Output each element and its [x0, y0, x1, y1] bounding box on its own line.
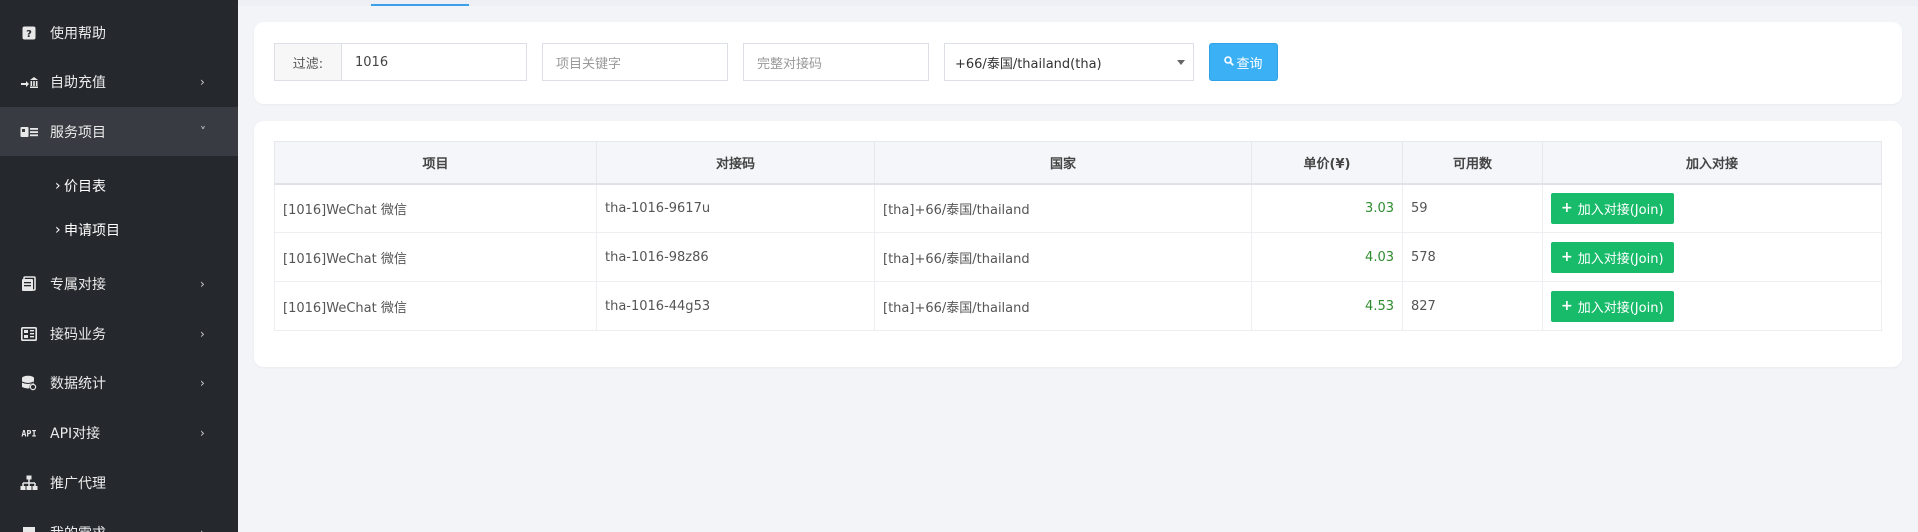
- chevron-right-icon: ›: [200, 425, 205, 440]
- grid-icon: [20, 325, 38, 343]
- join-button-label: 加入对接(Join): [1577, 300, 1664, 316]
- column-header-join[interactable]: 加入对接: [1542, 141, 1882, 185]
- table-header-row: 项目 对接码 国家 单价(¥) 可用数 加入对接: [274, 141, 1882, 185]
- sidebar-item-promotion[interactable]: 推广代理: [0, 458, 238, 507]
- plus-icon: +: [1561, 298, 1573, 314]
- country-select-value: +66/泰国/thailand(tha): [955, 56, 1102, 72]
- cell-price: 4.53: [1251, 281, 1403, 331]
- join-button[interactable]: + 加入对接(Join): [1551, 192, 1674, 224]
- code-input[interactable]: 完整对接码: [743, 43, 929, 81]
- top-tab-strip: [238, 0, 1918, 6]
- column-header-price[interactable]: 单价(¥): [1251, 141, 1403, 185]
- api-icon: API: [20, 424, 38, 442]
- price-table: 项目 对接码 国家 单价(¥) 可用数 加入对接 [1016]WeChat 微信…: [274, 141, 1882, 331]
- svg-text:API: API: [21, 429, 36, 438]
- cell-project: [1016]WeChat 微信: [274, 232, 597, 282]
- keyword-input[interactable]: 项目关键字: [542, 43, 728, 81]
- flag-icon: [20, 524, 38, 532]
- filter-input[interactable]: 1016: [341, 43, 527, 81]
- sidebar-item-services[interactable]: 服务项目 ˅: [0, 107, 238, 156]
- cell-join: + 加入对接(Join): [1542, 183, 1882, 233]
- cell-join: + 加入对接(Join): [1542, 232, 1882, 282]
- plus-icon: +: [1561, 200, 1573, 217]
- query-button[interactable]: 查询: [1209, 43, 1278, 81]
- sidebar-item-label: 推广代理: [50, 475, 106, 492]
- sidebar: ? 使用帮助 自助充值 › 服务项目 ˅ › 价目表 › 申请项目 专属对接 ›: [0, 0, 238, 532]
- cell-price: 4.03: [1251, 232, 1403, 282]
- cell-code: tha-1016-44g53: [596, 281, 875, 331]
- sidebar-item-exclusive[interactable]: 专属对接 ›: [0, 259, 238, 308]
- sidebar-item-label: 自助充值: [50, 74, 106, 91]
- table-row: [1016]WeChat 微信 tha-1016-9617u [tha]+66/…: [274, 183, 1882, 233]
- sidebar-item-sms-business[interactable]: 接码业务 ›: [0, 309, 238, 358]
- chevron-right-icon: ›: [200, 326, 205, 341]
- query-button-label: 查询: [1236, 56, 1263, 72]
- sitemap-icon: [20, 474, 38, 492]
- price-table-panel: 项目 对接码 国家 单价(¥) 可用数 加入对接 [1016]WeChat 微信…: [254, 121, 1902, 367]
- join-button[interactable]: + 加入对接(Join): [1551, 241, 1674, 273]
- column-header-available[interactable]: 可用数: [1402, 141, 1543, 185]
- chevron-right-icon: ›: [55, 178, 61, 194]
- sidebar-item-statistics[interactable]: 数据统计 ›: [0, 358, 238, 407]
- cell-join: + 加入对接(Join): [1542, 281, 1882, 331]
- join-button-label: 加入对接(Join): [1577, 202, 1664, 218]
- sidebar-item-api[interactable]: API API对接 ›: [0, 408, 238, 457]
- cell-code: tha-1016-9617u: [596, 183, 875, 233]
- sidebar-item-my-needs[interactable]: 我的需求 ›: [0, 508, 238, 532]
- join-button[interactable]: + 加入对接(Join): [1551, 290, 1674, 322]
- sidebar-item-label: 使用帮助: [50, 25, 106, 42]
- sidebar-item-label: 服务项目: [50, 124, 106, 141]
- chevron-right-icon: ›: [200, 526, 205, 532]
- cell-project: [1016]WeChat 微信: [274, 281, 597, 331]
- database-icon: [20, 374, 38, 392]
- cell-country: [tha]+66/泰国/thailand: [874, 183, 1252, 233]
- chevron-right-icon: ›: [55, 222, 61, 238]
- column-header-country[interactable]: 国家: [874, 141, 1252, 185]
- column-header-code[interactable]: 对接码: [596, 141, 875, 185]
- filter-group: 过滤: 1016: [274, 43, 527, 81]
- cell-project: [1016]WeChat 微信: [274, 183, 597, 233]
- filter-panel: 过滤: 1016 项目关键字 完整对接码 +66/泰国/thailand(tha…: [254, 22, 1902, 104]
- sidebar-item-label: 专属对接: [50, 276, 106, 293]
- recharge-icon: [20, 73, 38, 91]
- table-row: [1016]WeChat 微信 tha-1016-98z86 [tha]+66/…: [274, 232, 1882, 282]
- column-header-project[interactable]: 项目: [274, 141, 597, 185]
- cell-country: [tha]+66/泰国/thailand: [874, 281, 1252, 331]
- chevron-right-icon: ›: [200, 375, 205, 390]
- sidebar-subitem-apply-project[interactable]: › 申请项目: [0, 208, 238, 252]
- document-icon: [20, 275, 38, 293]
- country-select[interactable]: +66/泰国/thailand(tha): [944, 43, 1194, 81]
- search-icon: [1224, 55, 1235, 69]
- filter-label: 过滤:: [274, 43, 341, 81]
- chevron-right-icon: ›: [200, 276, 205, 291]
- cell-code: tha-1016-98z86: [596, 232, 875, 282]
- sidebar-item-label: 接码业务: [50, 326, 106, 343]
- plus-icon: +: [1561, 249, 1573, 265]
- service-icon: [20, 123, 38, 141]
- active-tab-indicator: [371, 4, 469, 6]
- cell-available: 59: [1402, 183, 1543, 233]
- sidebar-item-label: 数据统计: [50, 375, 106, 392]
- sidebar-item-help[interactable]: ? 使用帮助: [0, 8, 238, 57]
- join-button-label: 加入对接(Join): [1577, 251, 1664, 267]
- cell-price: 3.03: [1251, 183, 1403, 233]
- chevron-down-icon: ˅: [200, 124, 206, 139]
- caret-down-icon: [1177, 60, 1185, 65]
- sidebar-subitem-price-list[interactable]: › 价目表: [0, 164, 238, 208]
- sidebar-item-label: 我的需求: [50, 523, 106, 532]
- cell-available: 827: [1402, 281, 1543, 331]
- cell-country: [tha]+66/泰国/thailand: [874, 232, 1252, 282]
- sidebar-subitem-label: 价目表: [64, 179, 106, 195]
- svg-text:?: ?: [26, 29, 32, 40]
- chevron-right-icon: ›: [200, 74, 205, 89]
- table-row: [1016]WeChat 微信 tha-1016-44g53 [tha]+66/…: [274, 281, 1882, 331]
- help-icon: ?: [20, 24, 38, 42]
- cell-available: 578: [1402, 232, 1543, 282]
- sidebar-item-label: API对接: [50, 425, 101, 442]
- sidebar-subitem-label: 申请项目: [64, 223, 120, 239]
- sidebar-item-recharge[interactable]: 自助充值 ›: [0, 57, 238, 106]
